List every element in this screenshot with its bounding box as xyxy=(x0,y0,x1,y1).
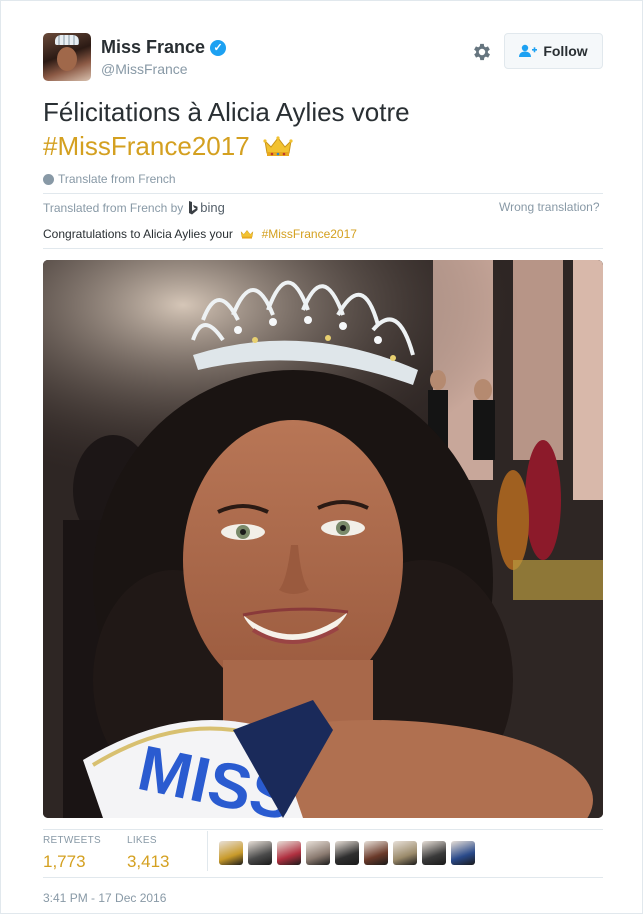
tweet-body: Félicitations à Alicia Aylies votre xyxy=(43,97,410,127)
stats-vertical-divider xyxy=(207,831,208,871)
author-info[interactable]: Miss France ✓ @MissFrance xyxy=(101,37,227,77)
liker-avatar-9[interactable] xyxy=(451,841,475,865)
retweets-count: 1,773 xyxy=(43,852,86,871)
bing-label: bing xyxy=(200,200,225,215)
liker-avatar-4[interactable] xyxy=(306,841,330,865)
likes-stat[interactable]: LIKES 3,413 xyxy=(127,835,170,873)
likers-avatar-list xyxy=(219,841,475,865)
liker-avatar-2[interactable] xyxy=(248,841,272,865)
globe-icon xyxy=(43,173,54,185)
stats-divider-top xyxy=(43,829,603,830)
author-handle[interactable]: @MissFrance xyxy=(101,61,226,77)
retweets-label: RETWEETS xyxy=(43,835,101,846)
translated-body: Congratulations to Alicia Aylies your xyxy=(43,227,233,241)
translate-from-french-link[interactable]: Translate from French xyxy=(43,172,176,186)
verified-badge-icon: ✓ xyxy=(210,39,227,56)
likes-label: LIKES xyxy=(126,835,157,846)
bing-icon xyxy=(189,200,198,214)
author-name-row[interactable]: Miss France ✓ xyxy=(101,37,227,58)
translated-by-row: Translated from French by bing xyxy=(43,200,225,215)
photo-illustration: MISS xyxy=(43,260,603,818)
translated-text: Congratulations to Alicia Aylies your #M… xyxy=(43,227,357,241)
bing-logo[interactable]: bing xyxy=(188,200,225,215)
gear-icon[interactable] xyxy=(471,41,493,63)
liker-avatar-3[interactable] xyxy=(277,841,301,865)
liker-avatar-7[interactable] xyxy=(393,841,417,865)
follow-button[interactable]: Follow xyxy=(504,33,603,69)
tweet-hashtag-link[interactable]: #MissFrance2017 xyxy=(43,131,250,161)
liker-avatar-1[interactable] xyxy=(219,841,243,865)
stats-divider-bottom xyxy=(43,877,603,878)
tweet-timestamp[interactable]: 3:41 PM - 17 Dec 2016 xyxy=(43,891,166,905)
retweets-stat[interactable]: RETWEETS 1,773 xyxy=(43,835,101,873)
liker-avatar-6[interactable] xyxy=(364,841,388,865)
translated-hashtag-link[interactable]: #MissFrance2017 xyxy=(262,227,357,241)
author-display-name[interactable]: Miss France xyxy=(101,37,205,58)
liker-avatar-5[interactable] xyxy=(335,841,359,865)
translation-divider-top xyxy=(43,193,603,194)
avatar-crown xyxy=(55,35,79,45)
crown-emoji-small-icon xyxy=(240,229,254,239)
add-user-icon xyxy=(519,44,538,57)
gear-icon-svg xyxy=(474,43,490,61)
tweet-photo[interactable]: MISS xyxy=(43,260,603,818)
translate-link-label: Translate from French xyxy=(58,172,176,186)
author-avatar[interactable] xyxy=(43,33,91,81)
crown-emoji-icon xyxy=(263,131,293,165)
tweet-text: Félicitations à Alicia Aylies votre #Mis… xyxy=(43,95,603,165)
tweet-stats: RETWEETS 1,773 LIKES 3,413 xyxy=(43,835,196,873)
likes-count: 3,413 xyxy=(126,852,170,871)
tweet-card: Miss France ✓ @MissFrance Follow Félicit… xyxy=(0,0,643,914)
avatar-face xyxy=(57,47,77,71)
translated-by-label: Translated from French by xyxy=(43,200,184,215)
translation-divider-bottom xyxy=(43,248,603,249)
liker-avatar-8[interactable] xyxy=(422,841,446,865)
follow-button-label: Follow xyxy=(543,43,588,59)
wrong-translation-link[interactable]: Wrong translation? xyxy=(499,200,600,214)
